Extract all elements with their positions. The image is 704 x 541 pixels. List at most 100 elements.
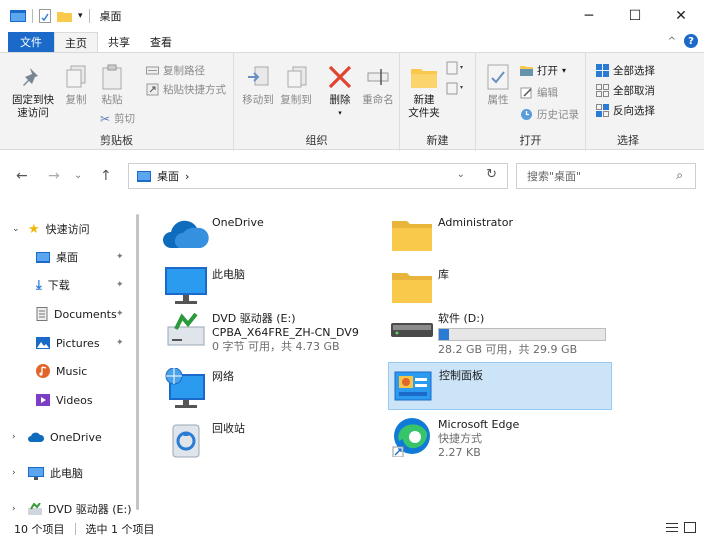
desktop-icon xyxy=(137,170,151,182)
select-group-label: 选择 xyxy=(617,134,639,147)
large-icons-view-icon[interactable] xyxy=(684,522,696,533)
search-box[interactable]: 搜索"桌面" ⌕ xyxy=(516,163,696,189)
select-all-button[interactable]: 全部选择 xyxy=(596,63,655,78)
separator xyxy=(88,9,90,23)
copy-icon xyxy=(66,65,86,88)
search-icon[interactable]: ⌕ xyxy=(676,168,683,183)
expand-chevron-icon[interactable]: › xyxy=(12,504,16,514)
item-onedrive[interactable]: OneDrive xyxy=(162,210,386,258)
sidebar-quick-access[interactable]: ⌄ ★ 快速访问 xyxy=(12,216,90,242)
up-arrow-icon[interactable]: ↑ xyxy=(100,168,112,184)
monitor-icon xyxy=(28,466,44,480)
breadcrumb-chevron-icon[interactable]: › xyxy=(185,170,189,183)
sidebar-onedrive[interactable]: › OneDrive xyxy=(12,424,102,450)
copy-path-icon xyxy=(146,66,159,75)
select-all-icon xyxy=(596,64,609,77)
copy-button[interactable]: 复制 xyxy=(60,63,92,107)
delete-button[interactable]: 删除 ▾ xyxy=(322,63,358,120)
control-panel-icon xyxy=(394,371,432,401)
folder-icon xyxy=(392,221,432,251)
sidebar-item-music[interactable]: Music xyxy=(36,358,87,384)
item-this-pc[interactable]: 此电脑 xyxy=(162,262,386,310)
move-to-button[interactable]: 移动到 xyxy=(238,63,278,107)
edit-button[interactable]: 编辑 xyxy=(520,85,558,100)
address-dropdown-icon[interactable]: ⌄ xyxy=(457,169,465,180)
quick-access-toolbar: ▾ 桌面 xyxy=(0,0,122,32)
sidebar-item-downloads[interactable]: ⤓ 下载 xyxy=(36,272,70,298)
item-recycle-bin[interactable]: 回收站 xyxy=(162,416,386,464)
properties-check-icon xyxy=(487,64,509,90)
item-drive-d[interactable]: 软件 (D:) 28.2 GB 可用，共 29.9 GB xyxy=(388,306,612,362)
minimize-button[interactable]: ─ xyxy=(566,0,612,32)
copy-to-button[interactable]: 复制到 xyxy=(276,63,316,107)
item-control-panel[interactable]: 控制面板 xyxy=(388,362,612,410)
tab-file[interactable]: 文件 xyxy=(8,32,54,52)
recent-locations-chevron-icon[interactable]: ⌄ xyxy=(74,170,82,181)
copy-to-icon xyxy=(287,66,307,88)
item-network[interactable]: 网络 xyxy=(162,364,386,412)
close-button[interactable]: ✕ xyxy=(658,0,704,32)
expand-chevron-icon[interactable]: ⌄ xyxy=(12,224,20,234)
pin-to-quick-access-button[interactable]: 固定到快 速访问 xyxy=(6,63,60,120)
back-arrow-icon[interactable]: ← xyxy=(16,168,28,184)
videos-icon xyxy=(36,394,50,406)
item-microsoft-edge[interactable]: Microsoft Edge 快捷方式 2.27 KB xyxy=(388,412,612,468)
open-dropdown-icon[interactable]: ▾ xyxy=(562,66,566,75)
tab-view[interactable]: 查看 xyxy=(140,32,182,52)
copy-path-button[interactable]: 复制路径 xyxy=(146,63,205,78)
invert-selection-button[interactable]: 反向选择 xyxy=(596,103,655,118)
tab-home[interactable]: 主页 xyxy=(54,32,98,52)
document-icon xyxy=(36,307,48,321)
help-icon[interactable]: ? xyxy=(684,34,698,48)
open-group: 属性 打开 ▾ 编辑 历史记录 打开 xyxy=(476,53,586,151)
navigation-pane: ⌄ ★ 快速访问 桌面 ✦ ⤓ 下载 ✦ Documents ✦ Picture… xyxy=(0,200,140,517)
sidebar-this-pc[interactable]: › 此电脑 xyxy=(12,460,83,486)
open-folder-icon xyxy=(520,66,533,76)
forward-arrow-icon[interactable]: → xyxy=(48,168,60,184)
open-button[interactable]: 打开 ▾ xyxy=(520,63,566,78)
new-folder-button[interactable]: 新建 文件夹 xyxy=(404,63,444,120)
item-library[interactable]: 库 xyxy=(388,262,612,310)
clipboard-group: 固定到快 速访问 复制 粘贴 复制路径 粘贴快捷方式 ✂ 剪切 剪贴板 xyxy=(0,53,234,151)
collapse-ribbon-chevron-icon[interactable]: ^ xyxy=(668,36,676,47)
drive-usage-bar xyxy=(438,328,606,341)
refresh-icon[interactable]: ↻ xyxy=(486,167,497,182)
clipboard-group-label: 剪贴板 xyxy=(100,134,133,147)
item-administrator[interactable]: Administrator xyxy=(388,210,612,258)
maximize-button[interactable]: ☐ xyxy=(612,0,658,32)
new-group: 新建 文件夹 新建 xyxy=(400,53,476,151)
pin-icon xyxy=(23,68,38,86)
address-bar[interactable]: 桌面 › ⌄ ↻ xyxy=(128,163,508,189)
ribbon-tabs: 文件 主页 共享 查看 ^ ? xyxy=(0,32,704,52)
rename-button[interactable]: 重命名 xyxy=(358,63,398,107)
properties-button[interactable]: 属性 xyxy=(480,63,516,107)
edge-browser-icon xyxy=(392,418,430,457)
navigation-pane-scrollbar[interactable] xyxy=(136,214,139,510)
new-item-icon[interactable] xyxy=(446,61,466,77)
paste-button[interactable]: 粘贴 xyxy=(94,63,130,107)
item-count: 10 个项目 xyxy=(14,522,65,536)
history-button[interactable]: 历史记录 xyxy=(520,107,579,122)
onedrive-cloud-icon xyxy=(163,220,209,248)
tab-share[interactable]: 共享 xyxy=(98,32,140,52)
address-path[interactable]: 桌面 xyxy=(157,168,179,184)
details-view-icon[interactable] xyxy=(666,522,678,533)
sidebar-item-documents[interactable]: Documents xyxy=(36,301,117,327)
sidebar-item-pictures[interactable]: Pictures xyxy=(36,330,100,356)
delete-dropdown-icon[interactable]: ▾ xyxy=(338,107,342,120)
paste-shortcut-button[interactable]: 粘贴快捷方式 xyxy=(146,82,226,97)
new-folder-icon[interactable] xyxy=(57,10,72,22)
sidebar-item-videos[interactable]: Videos xyxy=(36,387,93,413)
customize-toolbar-chevron-icon[interactable]: ▾ xyxy=(78,11,83,21)
sidebar-dvd-drive[interactable]: › DVD 驱动器 (E:) xyxy=(12,496,132,516)
monitor-icon xyxy=(165,267,207,304)
easy-access-icon[interactable] xyxy=(446,81,466,97)
select-none-button[interactable]: 全部取消 xyxy=(596,83,655,98)
scissors-icon: ✂ xyxy=(100,111,111,126)
properties-icon[interactable] xyxy=(39,9,51,23)
cut-button[interactable]: ✂ 剪切 xyxy=(100,111,135,126)
cloud-icon xyxy=(28,432,44,442)
expand-chevron-icon[interactable]: › xyxy=(12,432,16,442)
expand-chevron-icon[interactable]: › xyxy=(12,468,16,478)
item-dvd-drive[interactable]: DVD 驱动器 (E:) CPBA_X64FRE_ZH-CN_DV9 0 字节 … xyxy=(162,306,386,362)
